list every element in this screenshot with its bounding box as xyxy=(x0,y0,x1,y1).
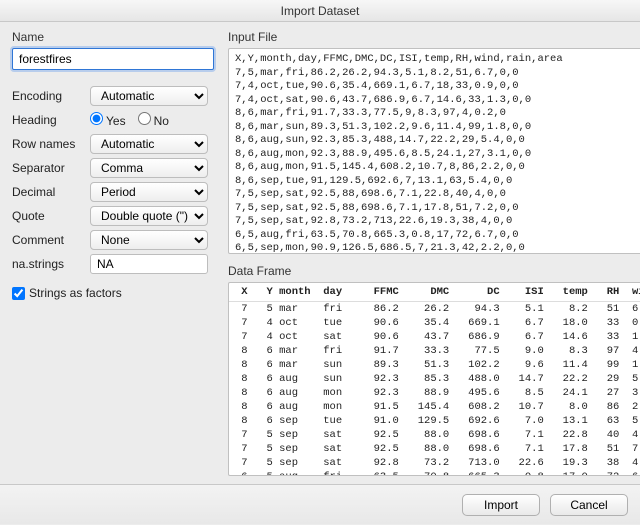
rownames-select[interactable]: Automatic xyxy=(90,134,208,154)
data-frame-box[interactable]: X Y month day FFMC DMC DC ISI temp RH wi… xyxy=(228,282,640,476)
table-row: 6 5 aug fri 63.5 70.8 665.3 0.8 17.0 72 … xyxy=(229,470,640,476)
nastrings-label: na.strings xyxy=(12,257,90,271)
heading-yes-option[interactable]: Yes xyxy=(90,112,126,128)
heading-yes-label: Yes xyxy=(106,114,126,128)
data-frame-label: Data Frame xyxy=(228,264,640,278)
rownames-label: Row names xyxy=(12,137,90,151)
comment-label: Comment xyxy=(12,233,90,247)
heading-no-radio[interactable] xyxy=(138,112,151,125)
cancel-button[interactable]: Cancel xyxy=(550,494,628,516)
comment-select[interactable]: None xyxy=(90,230,208,250)
name-input[interactable] xyxy=(12,48,214,70)
table-row: 8 6 aug sun 92.3 85.3 488.0 14.7 22.2 29… xyxy=(229,372,640,386)
table-header: X Y month day FFMC DMC DC ISI temp RH wi xyxy=(229,283,640,302)
window-title: Import Dataset xyxy=(0,0,640,22)
decimal-label: Decimal xyxy=(12,185,90,199)
table-row: 8 6 sep tue 91.0 129.5 692.6 7.0 13.1 63… xyxy=(229,414,640,428)
footer: Import Cancel xyxy=(0,484,640,524)
decimal-select[interactable]: Period xyxy=(90,182,208,202)
options-form: Encoding Automatic Heading Yes No Row na… xyxy=(12,84,214,276)
heading-label: Heading xyxy=(12,113,90,127)
right-panel: Input File X,Y,month,day,FFMC,DMC,DC,ISI… xyxy=(224,22,640,484)
table-row: 7 5 sep sat 92.5 88.0 698.6 7.1 17.8 51 … xyxy=(229,442,640,456)
table-row: 7 4 oct tue 90.6 35.4 669.1 6.7 18.0 33 … xyxy=(229,316,640,330)
main-area: Name Encoding Automatic Heading Yes No R… xyxy=(0,22,640,484)
strings-as-factors-row: Strings as factors xyxy=(12,286,214,300)
input-file-content: X,Y,month,day,FFMC,DMC,DC,ISI,temp,RH,wi… xyxy=(229,49,640,254)
quote-label: Quote xyxy=(12,209,90,223)
name-label: Name xyxy=(12,30,214,44)
table-row: 7 4 oct sat 90.6 43.7 686.9 6.7 14.6 33 … xyxy=(229,330,640,344)
separator-select[interactable]: Comma xyxy=(90,158,208,178)
heading-no-option[interactable]: No xyxy=(138,112,169,128)
table-row: 8 6 aug mon 92.3 88.9 495.6 8.5 24.1 27 … xyxy=(229,386,640,400)
separator-label: Separator xyxy=(12,161,90,175)
table-row: 7 5 mar fri 86.2 26.2 94.3 5.1 8.2 51 6. xyxy=(229,302,640,316)
heading-no-label: No xyxy=(154,114,169,128)
table-row: 7 5 sep sat 92.5 88.0 698.6 7.1 22.8 40 … xyxy=(229,428,640,442)
input-file-box[interactable]: X,Y,month,day,FFMC,DMC,DC,ISI,temp,RH,wi… xyxy=(228,48,640,254)
table-row: 7 5 sep sat 92.8 73.2 713.0 22.6 19.3 38… xyxy=(229,456,640,470)
quote-select[interactable]: Double quote (") xyxy=(90,206,208,226)
table-row: 8 6 mar fri 91.7 33.3 77.5 9.0 8.3 97 4. xyxy=(229,344,640,358)
strings-as-factors-label: Strings as factors xyxy=(29,286,122,300)
table-row: 8 6 aug mon 91.5 145.4 608.2 10.7 8.0 86… xyxy=(229,400,640,414)
encoding-label: Encoding xyxy=(12,89,90,103)
left-panel: Name Encoding Automatic Heading Yes No R… xyxy=(0,22,224,484)
nastrings-input[interactable] xyxy=(90,254,208,274)
table-row: 8 6 mar sun 89.3 51.3 102.2 9.6 11.4 99 … xyxy=(229,358,640,372)
heading-radio-group: Yes No xyxy=(90,112,169,128)
heading-yes-radio[interactable] xyxy=(90,112,103,125)
strings-as-factors-checkbox[interactable] xyxy=(12,287,25,300)
import-button[interactable]: Import xyxy=(462,494,540,516)
input-file-label: Input File xyxy=(228,30,640,44)
encoding-select[interactable]: Automatic xyxy=(90,86,208,106)
